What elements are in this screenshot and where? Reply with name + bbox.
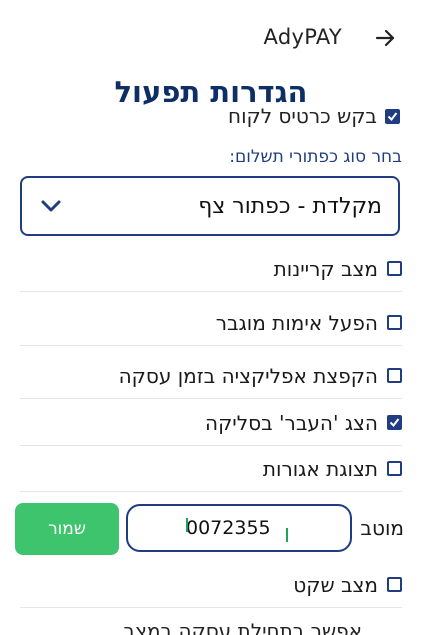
text-caret	[186, 518, 188, 532]
setting-row-agorot[interactable]: תצוגת אגורות	[20, 446, 402, 492]
setting-row-partial: אפשר בתחילת עסקה במצב	[0, 618, 422, 635]
setting-row-narration[interactable]: מצב קריינות	[20, 246, 402, 292]
setting-label: הפעל אימות מוגבר	[215, 310, 378, 335]
app-name: AdyPAY	[263, 25, 342, 49]
setting-label: הצג 'העבר' בסליקה	[205, 410, 378, 435]
setting-label: תצוגת אגורות	[262, 456, 378, 481]
setting-row-enhanced-auth[interactable]: הפעל אימות מוגבר	[20, 300, 402, 346]
checkbox-checked-icon[interactable]	[385, 108, 400, 124]
checkbox-icon[interactable]	[387, 461, 402, 476]
setting-row-show-transfer[interactable]: הצג 'העבר' בסליקה	[20, 400, 402, 446]
page-title: הגדרות תפעול	[0, 75, 422, 109]
setting-label: בקש כרטיס לקוח	[228, 108, 377, 128]
payment-buttons-label: בחר סוג כפתורי תשלום:	[229, 147, 402, 167]
beneficiary-input[interactable]: 0072355	[126, 504, 352, 552]
save-button[interactable]: שמור	[15, 503, 119, 555]
beneficiary-row: מוטב 0072355 שמור	[0, 500, 422, 560]
setting-row-customer-card[interactable]: בקש כרטיס לקוח	[20, 108, 400, 130]
beneficiary-value: 0072355	[186, 517, 271, 539]
setting-label: הקפצת אפליקציה בזמן עסקה	[118, 363, 378, 388]
beneficiary-label: מוטב	[360, 516, 404, 540]
checkbox-icon[interactable]	[387, 368, 402, 383]
setting-label: אפשר בתחילת עסקה במצב	[123, 619, 362, 635]
checkbox-icon[interactable]	[387, 261, 402, 276]
payment-buttons-select[interactable]: מקלדת - כפתור צף	[20, 176, 400, 236]
setting-label: מצב שקט	[293, 572, 378, 597]
checkbox-icon[interactable]	[387, 577, 402, 592]
checkbox-icon[interactable]	[387, 315, 402, 330]
checkbox-checked-icon[interactable]	[387, 415, 402, 430]
setting-label: מצב קריינות	[273, 256, 378, 281]
top-bar: AdyPAY	[0, 0, 422, 80]
setting-row-quiet-mode[interactable]: מצב שקט	[20, 562, 402, 608]
select-value: מקלדת - כפתור צף	[198, 193, 382, 219]
back-arrow-icon[interactable]	[372, 25, 398, 51]
chevron-down-icon	[38, 193, 64, 219]
setting-row-app-popup[interactable]: הקפצת אפליקציה בזמן עסקה	[20, 353, 402, 399]
text-caret	[286, 528, 288, 542]
